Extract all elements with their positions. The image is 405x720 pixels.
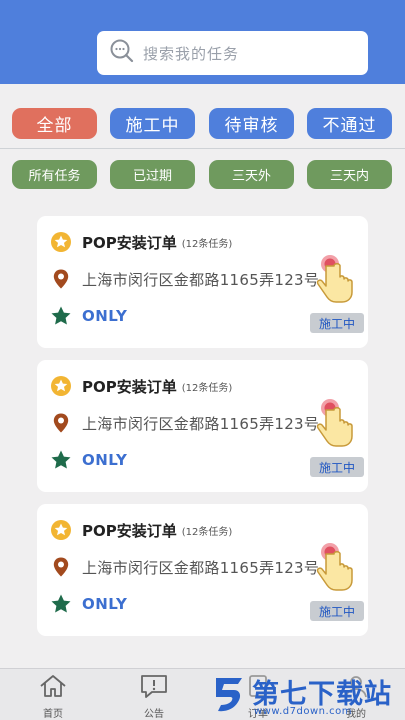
filter-expired[interactable]: 已过期 (110, 160, 195, 189)
order-card[interactable]: POP安装订单 (12条任务) 上海市闵行区金都路1165弄123号 ONLY … (37, 360, 368, 492)
tap-hand-icon[interactable] (310, 252, 358, 308)
watermark-url: www.d7down.com (254, 706, 353, 717)
location-pin-icon (50, 556, 72, 578)
green-star-icon (50, 593, 72, 615)
star-badge-icon (50, 375, 72, 397)
search-box[interactable]: 搜索我的任务 (97, 31, 368, 75)
header-bar: 搜索我的任务 (0, 0, 405, 84)
filter-within-three-days[interactable]: 三天内 (307, 160, 392, 189)
tabbar-home-label: 首页 (43, 709, 63, 720)
tap-hand-icon[interactable] (310, 396, 358, 452)
tabbar-notice[interactable]: 公告 (124, 673, 184, 720)
tab-in-progress[interactable]: 施工中 (110, 108, 195, 139)
watermark-logo-icon (212, 674, 248, 716)
order-address: 上海市闵行区金都路1165弄123号 (82, 414, 320, 433)
green-star-icon (50, 449, 72, 471)
order-note: ONLY (82, 595, 128, 613)
divider (0, 148, 405, 149)
green-star-icon (50, 305, 72, 327)
order-card[interactable]: POP安装订单 (12条任务) 上海市闵行区金都路1165弄123号 ONLY … (37, 216, 368, 348)
star-badge-icon (50, 231, 72, 253)
tab-pending-review[interactable]: 待审核 (209, 108, 294, 139)
status-badge: 施工中 (310, 457, 364, 477)
order-note: ONLY (82, 451, 128, 469)
location-pin-icon (50, 412, 72, 434)
filter-bar: 所有任务 已过期 三天外 三天内 (0, 160, 405, 190)
search-placeholder: 搜索我的任务 (143, 44, 240, 63)
tab-all[interactable]: 全部 (12, 108, 97, 139)
filter-beyond-three-days[interactable]: 三天外 (209, 160, 294, 189)
order-title: POP安装订单 (82, 521, 177, 540)
order-title: POP安装订单 (82, 233, 177, 252)
tap-hand-icon[interactable] (310, 540, 358, 596)
order-card[interactable]: POP安装订单 (12条任务) 上海市闵行区金都路1165弄123号 ONLY … (37, 504, 368, 636)
filter-all-tasks[interactable]: 所有任务 (12, 160, 97, 189)
task-count: (12条任务) (181, 382, 233, 394)
order-address: 上海市闵行区金都路1165弄123号 (82, 270, 320, 289)
order-note: ONLY (82, 307, 128, 325)
task-count: (12条任务) (181, 238, 233, 250)
star-badge-icon (50, 519, 72, 541)
watermark: 第七下载站 www.d7down.com (212, 672, 402, 720)
status-tabs: 全部 施工中 待审核 不通过 (0, 108, 405, 140)
search-icon (109, 38, 135, 68)
notice-icon (139, 673, 169, 703)
order-title: POP安装订单 (82, 377, 177, 396)
home-icon (38, 673, 68, 703)
status-badge: 施工中 (310, 313, 364, 333)
task-count: (12条任务) (181, 526, 233, 538)
tabbar-notice-label: 公告 (144, 709, 164, 720)
location-pin-icon (50, 268, 72, 290)
status-badge: 施工中 (310, 601, 364, 621)
tab-rejected[interactable]: 不通过 (307, 108, 392, 139)
order-address: 上海市闵行区金都路1165弄123号 (82, 558, 320, 577)
tabbar-home[interactable]: 首页 (23, 673, 83, 720)
